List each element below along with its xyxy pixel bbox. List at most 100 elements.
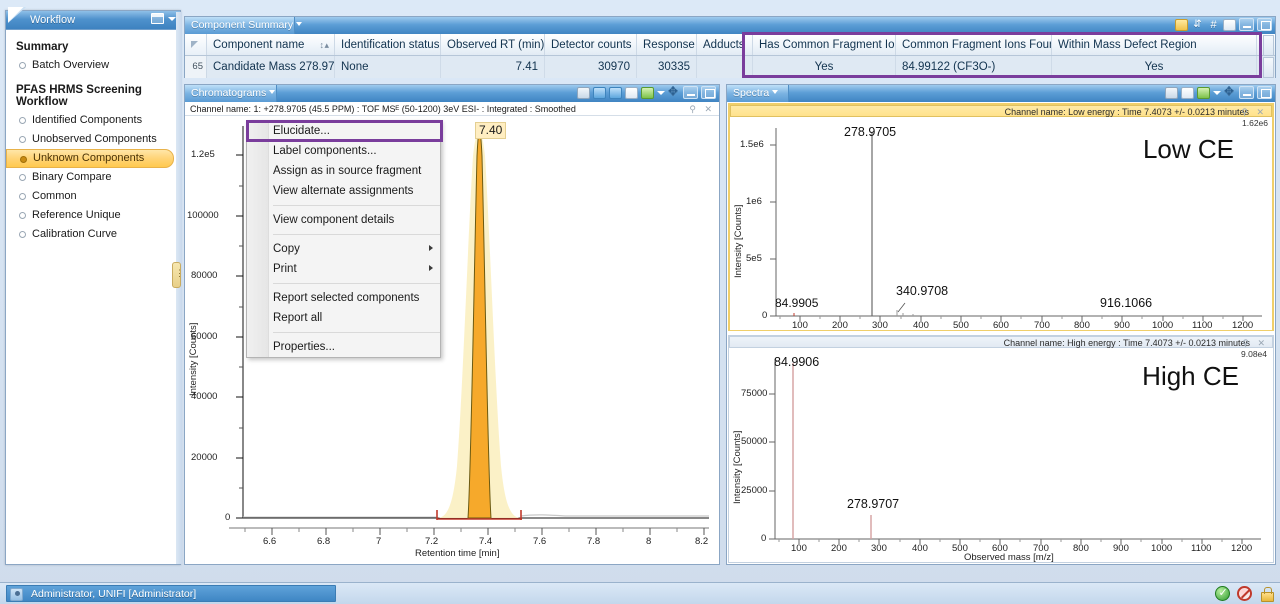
maximize-button[interactable] (1257, 86, 1272, 99)
pin-close-icons[interactable]: ⚲ ✕ (1241, 106, 1267, 118)
link-icon[interactable] (593, 86, 606, 99)
refresh-icon[interactable] (609, 86, 622, 99)
high-ce-label: High CE (1142, 361, 1239, 391)
radio-bullet-icon (19, 136, 26, 143)
maximize-button[interactable] (1257, 18, 1272, 31)
peak-annotation-340: 340.9708 (896, 284, 949, 298)
chevron-down-icon[interactable] (269, 90, 276, 94)
spectra-title: Spectra (733, 87, 770, 99)
group-icon[interactable]: # (1207, 19, 1220, 31)
annotate-icon[interactable] (1165, 86, 1178, 99)
ok-icon[interactable] (1215, 586, 1230, 601)
sidebar-item-calibration-curve[interactable]: Calibration Curve (6, 225, 180, 244)
high-energy-plot[interactable]: 9.08e4 75000 50000 25000 0 100 200 300 4… (729, 349, 1271, 563)
chevron-down-icon[interactable] (168, 16, 176, 21)
sidebar-item-identified-components[interactable]: Identified Components (6, 111, 180, 130)
sidebar-item-reference-unique[interactable]: Reference Unique (6, 206, 180, 225)
menu-item-report-selected-components[interactable]: Report selected components (247, 288, 440, 308)
menu-item-print[interactable]: Print (247, 259, 440, 279)
minimize-button[interactable] (1239, 18, 1254, 31)
export-icon[interactable] (1223, 18, 1236, 31)
x-axis-label: Retention time [min] (415, 548, 500, 559)
grid-select-all-corner[interactable] (185, 34, 207, 55)
annotate-icon[interactable] (577, 86, 590, 99)
x-tick-label: 1100 (1192, 320, 1213, 331)
low-energy-scale-note: 1.62e6 (1242, 118, 1268, 128)
sidebar-item-unknown-components[interactable]: Unknown Components (6, 149, 174, 168)
status-user-info[interactable]: Administrator, UNIFI [Administrator] (6, 585, 336, 602)
column-label: Common Fragment Ions Found (902, 39, 1052, 51)
move-icon[interactable] (1224, 83, 1236, 100)
grid-header-row: Component name ↕ ▴ Identification status… (185, 34, 1275, 56)
sort-icon[interactable]: ⇵ (1191, 19, 1204, 31)
cell-identification-status: None (335, 56, 441, 78)
status-icons (1215, 586, 1274, 602)
column-header-has-common-fragment-ions[interactable]: Has Common Fragment Ions (753, 34, 896, 55)
move-icon[interactable] (668, 83, 680, 100)
x-tick-label: 1200 (1231, 543, 1253, 554)
column-header-adducts[interactable]: Adducts (697, 34, 753, 55)
maximize-button[interactable] (701, 86, 716, 99)
column-header-common-fragment-ions-found[interactable]: Common Fragment Ions Found (896, 34, 1052, 55)
x-tick-label: 400 (912, 543, 928, 554)
sidebar-item-unobserved-components[interactable]: Unobserved Components (6, 130, 180, 149)
menu-item-assign-as-in-source-fragment[interactable]: Assign as in source fragment (247, 161, 440, 181)
export-icon[interactable] (641, 86, 654, 99)
deny-icon[interactable] (1237, 586, 1252, 601)
menu-item-copy[interactable]: Copy (247, 239, 440, 259)
x-tick-label: 7 (376, 536, 382, 547)
menu-item-view-component-details[interactable]: View component details (247, 210, 440, 230)
menu-item-label: Copy (273, 243, 300, 255)
radio-bullet-icon (19, 174, 26, 181)
menu-item-elucidate[interactable]: Elucidate... (247, 121, 440, 141)
splitter-drag-handle[interactable] (172, 262, 184, 288)
x-tick-label: 100 (792, 320, 808, 331)
menu-item-label-components[interactable]: Label components... (247, 141, 440, 161)
chevron-down-icon[interactable] (657, 90, 665, 95)
workflow-group-heading-pfas: PFAS HRMS Screening Workflow (16, 84, 142, 108)
x-tick-label: 1000 (1151, 543, 1173, 554)
grid-scroll-down-button[interactable] (1263, 57, 1274, 78)
chevron-down-icon[interactable] (296, 22, 303, 26)
column-header-within-mass-defect-region[interactable]: Within Mass Defect Region (1052, 34, 1257, 55)
sidebar-item-common[interactable]: Common (6, 187, 180, 206)
peak-annotation-278: 278.9705 (844, 125, 897, 139)
menu-item-label: Assign as in source fragment (273, 165, 422, 177)
menu-item-report-all[interactable]: Report all (247, 308, 440, 328)
lock-icon[interactable] (1259, 586, 1274, 602)
x-tick-label: 500 (953, 320, 969, 331)
vertical-splitter[interactable] (176, 12, 182, 564)
low-energy-plot[interactable]: 1.62e6 1.5e6 1e6 5e5 0 100 200 300 400 5… (730, 118, 1272, 331)
table-icon[interactable] (625, 86, 638, 99)
y-axis-label: Intensity [Counts] (733, 204, 744, 278)
filter-icon[interactable] (1175, 18, 1188, 31)
menu-item-view-alternate-assignments[interactable]: View alternate assignments (247, 181, 440, 201)
x-tick-label: 900 (1113, 543, 1129, 554)
chevron-down-icon[interactable] (772, 90, 779, 94)
table-row[interactable]: 65 Candidate Mass 278.9705 None 7.41 309… (185, 56, 1275, 78)
column-label: Identification status (341, 39, 440, 51)
sidebar-item-batch-overview[interactable]: Batch Overview (6, 56, 180, 75)
column-header-identification-status[interactable]: Identification status (335, 34, 441, 55)
application-window: Workflow Summary Batch Overview PFAS HRM… (0, 0, 1280, 604)
sidebar-item-binary-compare[interactable]: Binary Compare (6, 168, 180, 187)
column-header-response[interactable]: Response (637, 34, 697, 55)
column-header-component-name[interactable]: Component name ↕ ▴ (207, 34, 335, 55)
export-icon[interactable] (1197, 86, 1210, 99)
pin-close-icons[interactable]: ⚲ ✕ (1242, 337, 1268, 349)
column-header-observed-rt[interactable]: Observed RT (min) (441, 34, 545, 55)
menu-item-properties[interactable]: Properties... (247, 337, 440, 357)
context-menu[interactable]: Elucidate... Label components... Assign … (246, 120, 443, 358)
minimize-button[interactable] (683, 86, 698, 99)
grid-scroll-up-button[interactable] (1263, 35, 1274, 56)
window-icon[interactable] (151, 13, 164, 24)
menu-item-label: Report all (273, 312, 323, 324)
low-ce-label: Low CE (1142, 134, 1234, 164)
pin-close-icons[interactable]: ⚲ ✕ (689, 102, 715, 116)
table-icon[interactable] (1181, 86, 1194, 99)
x-tick-label: 7.6 (533, 536, 547, 547)
column-header-detector-counts[interactable]: Detector counts (545, 34, 637, 55)
chevron-down-icon[interactable] (1213, 90, 1221, 95)
y-tick-label: 5e5 (746, 253, 762, 264)
minimize-button[interactable] (1239, 86, 1254, 99)
